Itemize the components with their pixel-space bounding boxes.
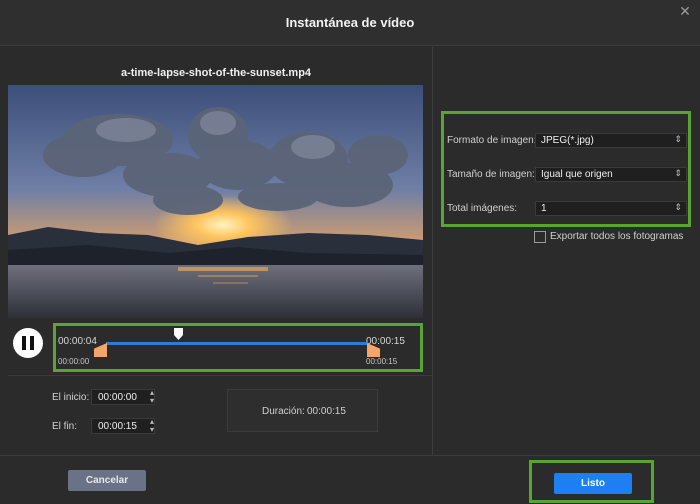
duration-display: Duración: 00:00:15 bbox=[227, 389, 378, 432]
preview-pane: a-time-lapse-shot-of-the-sunset.mp4 00:0… bbox=[0, 47, 432, 455]
sunset-video-frame-icon bbox=[8, 85, 423, 318]
size-label: Tamaño de imagen: bbox=[447, 169, 535, 180]
range-start-label: 00:00:00 bbox=[58, 357, 90, 366]
size-select-value: Igual que origen bbox=[541, 169, 613, 180]
chevron-updown-icon: ⇕ bbox=[674, 134, 682, 144]
ok-button-highlight: Listo bbox=[529, 460, 654, 503]
video-filename: a-time-lapse-shot-of-the-sunset.mp4 bbox=[120, 67, 312, 79]
start-time-label: El inicio: bbox=[52, 392, 90, 403]
start-time-input[interactable]: 00:00:00 bbox=[91, 389, 155, 405]
start-time-stepper[interactable]: ▴ ▾ bbox=[148, 389, 156, 405]
settings-pane bbox=[432, 47, 700, 455]
format-select-value: JPEG(*.jpg) bbox=[541, 135, 594, 146]
export-all-label: Exportar todos los fotogramas bbox=[550, 231, 684, 242]
format-label: Formato de imagen: bbox=[447, 135, 537, 146]
done-button[interactable]: Listo bbox=[554, 473, 632, 494]
total-images-stepper[interactable]: 1 ⇕ bbox=[535, 201, 687, 216]
cancel-button[interactable]: Cancelar bbox=[68, 470, 146, 491]
video-preview[interactable] bbox=[8, 85, 423, 318]
pause-bar-left bbox=[22, 336, 26, 350]
dialog-titlebar: Instantánea de vídeo ✕ bbox=[0, 0, 700, 46]
range-end-label: 00:00:15 bbox=[366, 357, 398, 366]
total-images-value: 1 bbox=[541, 203, 547, 214]
end-time-stepper[interactable]: ▴ ▾ bbox=[148, 418, 156, 434]
duration-label: Duración: bbox=[262, 406, 305, 417]
timeline-track[interactable] bbox=[106, 342, 368, 345]
chevron-updown-icon: ⇕ bbox=[674, 168, 682, 178]
pause-button[interactable] bbox=[13, 328, 43, 358]
dialog-footer: Cancelar Listo bbox=[0, 455, 700, 504]
dialog-title: Instantánea de vídeo bbox=[285, 15, 415, 30]
divider bbox=[8, 375, 432, 376]
timeline-area: 00:00:04 00:00:15 00:00:00 00:00:15 bbox=[53, 323, 423, 372]
duration-value: 00:00:15 bbox=[307, 406, 346, 417]
format-select[interactable]: JPEG(*.jpg) ⇕ bbox=[535, 133, 687, 148]
snapshot-settings: Formato de imagen: JPEG(*.jpg) ⇕ Tamaño … bbox=[441, 111, 691, 227]
total-images-label: Total imágenes: bbox=[447, 203, 518, 214]
end-time-label: El fin: bbox=[52, 421, 78, 432]
size-select[interactable]: Igual que origen ⇕ bbox=[535, 167, 687, 182]
export-all-checkbox[interactable] bbox=[534, 231, 546, 243]
timeline-current-time: 00:00:04 bbox=[58, 336, 97, 347]
stepper-arrows-icon: ⇕ bbox=[674, 202, 682, 212]
pause-bar-right bbox=[30, 336, 34, 350]
close-icon[interactable]: ✕ bbox=[678, 4, 692, 18]
end-time-input[interactable]: 00:00:15 bbox=[91, 418, 155, 434]
playhead-handle-icon[interactable] bbox=[174, 328, 183, 340]
